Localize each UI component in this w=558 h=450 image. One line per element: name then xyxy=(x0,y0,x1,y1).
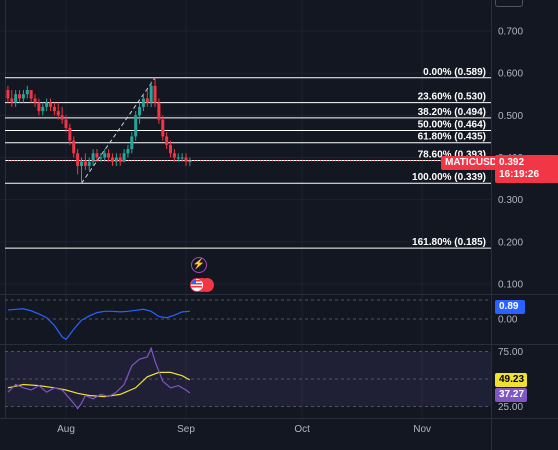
candle-body xyxy=(161,119,165,137)
candle-body xyxy=(33,98,37,103)
candle-body xyxy=(134,115,138,137)
candle-body xyxy=(184,157,188,162)
price-tick-label: 0.600 xyxy=(498,69,523,80)
candle-body xyxy=(21,94,25,99)
price-tick-label: 0.200 xyxy=(498,237,523,248)
candle-body xyxy=(180,157,184,159)
candle-body xyxy=(145,98,149,103)
candle-body xyxy=(14,94,18,103)
candle-body xyxy=(169,144,173,154)
candle-body xyxy=(76,153,80,166)
rsi-value-label: 37.27 xyxy=(495,388,527,402)
candle-body xyxy=(130,136,134,150)
candle-body xyxy=(64,119,68,128)
us-flag-icon[interactable] xyxy=(190,278,204,292)
candle-body xyxy=(72,140,76,154)
last-price-label: 0.392 16:19:26 xyxy=(495,155,558,183)
candle-body xyxy=(157,102,161,120)
macd-line xyxy=(7,308,190,341)
rsi-ma-value-label: 49.23 xyxy=(495,373,527,387)
candle-body xyxy=(37,102,41,112)
candle-body xyxy=(141,98,145,107)
candle-body xyxy=(79,161,83,166)
price-tick-label: 0.700 xyxy=(498,27,523,38)
time-axis[interactable]: Aug Sep Oct Nov xyxy=(57,424,431,435)
candle-body xyxy=(107,153,111,158)
candle-body xyxy=(95,153,99,158)
candle-body xyxy=(138,106,142,116)
candle-body xyxy=(68,127,72,141)
candle-body xyxy=(176,157,180,159)
candle-body xyxy=(99,157,103,159)
candle-body xyxy=(172,153,176,158)
macd-pane[interactable]: 0.00 xyxy=(5,299,518,341)
candle-body xyxy=(25,90,29,95)
rsi-pane[interactable]: 75.00 25.00 xyxy=(5,346,523,413)
candle-body xyxy=(56,111,60,116)
candle-body xyxy=(52,106,56,112)
scale-button[interactable] xyxy=(495,0,523,7)
candle-body xyxy=(49,102,53,107)
price-tick-label: 0.300 xyxy=(498,195,523,206)
macd-tick-label: 0.00 xyxy=(498,315,518,326)
rsi-tick-label: 25.00 xyxy=(498,402,523,413)
candle-body xyxy=(126,149,130,154)
time-tick-label: Aug xyxy=(57,424,75,435)
candle-body xyxy=(60,115,64,120)
time-tick-label: Oct xyxy=(294,424,310,435)
candle-body xyxy=(149,85,153,103)
candle-body xyxy=(29,90,33,99)
candle-body xyxy=(165,136,169,145)
candle-body xyxy=(87,161,91,166)
candle-body xyxy=(153,85,157,103)
fib-level-label: 0.00% (0.589) xyxy=(423,67,486,78)
price-tick-label: 0.100 xyxy=(498,280,523,291)
symbol-price-label: MATICUSD xyxy=(441,156,502,170)
candle-body xyxy=(18,94,22,99)
price-tick-label: 0.500 xyxy=(498,111,523,122)
fib-level-label: 50.00% (0.464) xyxy=(418,120,486,131)
fib-level-label: 23.60% (0.530) xyxy=(418,92,486,103)
bolt-icon[interactable]: ⚡ xyxy=(191,257,207,273)
time-tick-label: Nov xyxy=(413,424,431,435)
macd-value-label: 0.89 xyxy=(495,300,525,314)
candle-body xyxy=(6,90,10,99)
candle-body xyxy=(10,98,14,103)
candle-body xyxy=(41,106,45,112)
candle-body xyxy=(103,153,107,158)
time-tick-label: Sep xyxy=(177,424,195,435)
fib-level-label: 100.00% (0.339) xyxy=(412,172,486,183)
rsi-tick-label: 75.00 xyxy=(498,347,523,358)
trading-chart[interactable]: 0.00% (0.589) 23.60% (0.530) 38.20% (0.494… xyxy=(0,0,558,450)
fib-level-label: 38.20% (0.494) xyxy=(418,107,486,118)
candle-body xyxy=(45,102,49,107)
fib-level-label: 61.80% (0.435) xyxy=(418,132,486,143)
fib-level-label: 161.80% (0.185) xyxy=(412,237,486,248)
us-flag-icon[interactable] xyxy=(190,278,216,294)
last-price-value: 0.392 xyxy=(499,157,525,168)
bar-countdown: 16:19:26 xyxy=(499,169,540,180)
candle-body xyxy=(83,161,87,166)
